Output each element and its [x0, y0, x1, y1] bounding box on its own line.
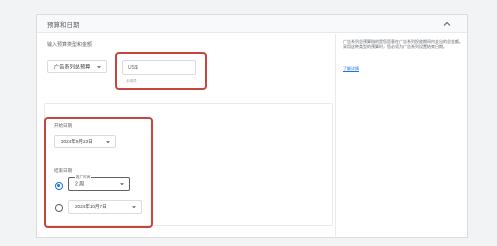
budget-type-value: 广告系列总预算: [54, 64, 91, 70]
budget-dates-panel: 预算和日期 输入预算类型和金额 广告系列总预算 US$ 必填项 开始日期 202…: [36, 14, 468, 239]
dropdown-arrow-icon: [97, 65, 101, 68]
panel-header[interactable]: 预算和日期: [37, 15, 467, 33]
budget-type-label: 输入预算类型和金额: [47, 42, 93, 48]
learn-more-link[interactable]: 了解详情: [343, 66, 359, 72]
panel-title: 预算和日期: [47, 22, 80, 29]
budget-type-dropdown[interactable]: 广告系列总预算: [47, 60, 107, 73]
highlight-amount: [115, 52, 207, 90]
highlight-dates: [44, 117, 153, 228]
collapse-chevron-up-icon[interactable]: [441, 18, 453, 30]
budget-info-text: 广告系列总预算指的是您愿意在广告系列投放期间内支出的总金额。采用这种类型的预算时…: [343, 39, 463, 50]
column-divider: [335, 34, 336, 239]
budget-form: 输入预算类型和金额 广告系列总预算 US$ 必填项 开始日期 2024年9月23…: [37, 34, 333, 239]
